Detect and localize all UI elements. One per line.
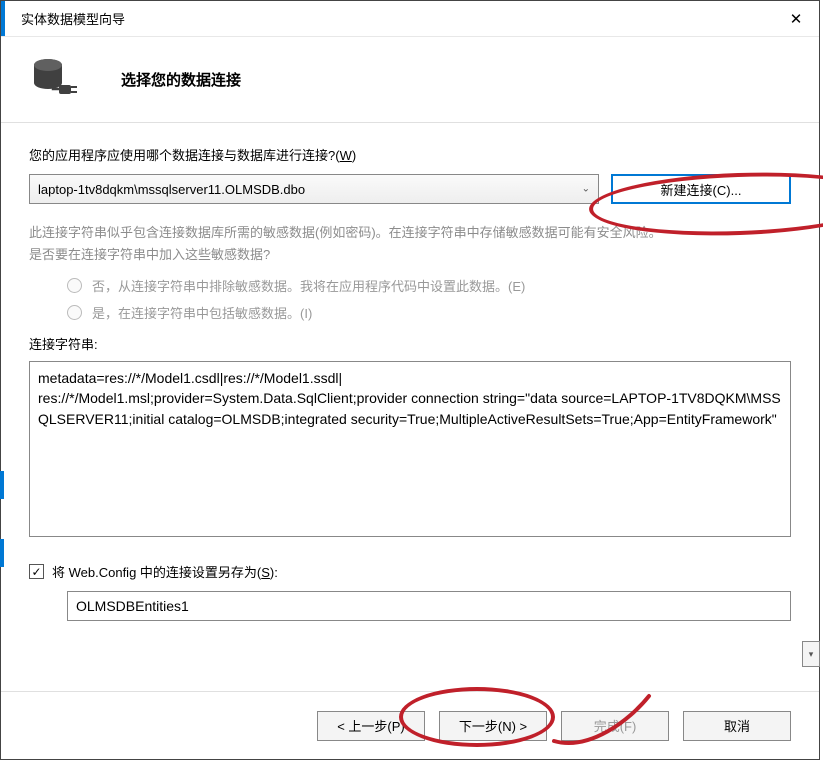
close-icon: ✕ xyxy=(790,10,803,28)
save-config-checkbox[interactable]: ✓ xyxy=(29,564,44,579)
connection-string-label: 连接字符串: xyxy=(29,334,791,353)
window-title: 实体数据模型向导 xyxy=(21,9,125,28)
new-connection-label: 新建连接(C)... xyxy=(661,180,742,199)
finish-button: 完成(F) xyxy=(561,711,669,741)
close-button[interactable]: ✕ xyxy=(773,1,819,37)
connection-dropdown[interactable]: laptop-1tv8dqkm\mssqlserver11.OLMSDB.dbo… xyxy=(29,174,599,204)
save-label-key: S xyxy=(261,565,270,580)
wizard-window: 实体数据模型向导 ✕ 选择您的数据连接 您的应用程序应使用哪个数据连接与数据库进… xyxy=(0,0,820,760)
connection-row: laptop-1tv8dqkm\mssqlserver11.OLMSDB.dbo… xyxy=(29,174,791,204)
content-area: 您的应用程序应使用哪个数据连接与数据库进行连接?(W) laptop-1tv8d… xyxy=(1,145,819,621)
warning-line-2: 是否要在连接字符串中加入这些敏感数据? xyxy=(29,244,791,266)
connection-settings-name-input[interactable] xyxy=(67,591,791,621)
new-connection-button[interactable]: 新建连接(C)... xyxy=(611,174,791,204)
finish-label: 完成(F) xyxy=(594,716,637,735)
sensitive-data-warning: 此连接字符串似乎包含连接数据库所需的敏感数据(例如密码)。在连接字符串中存储敏感… xyxy=(29,222,791,266)
wizard-footer: < 上一步(P) 下一步(N) > 完成(F) 取消 xyxy=(1,691,819,759)
save-label-prefix: 将 Web.Config 中的连接设置另存为( xyxy=(52,565,261,580)
radio-include-label: 是，在连接字符串中包括敏感数据。(I) xyxy=(92,303,312,322)
radio-exclude-label: 否，从连接字符串中排除敏感数据。我将在应用程序代码中设置此数据。(E) xyxy=(92,276,525,295)
connection-prompt-suffix: ) xyxy=(352,148,356,163)
cancel-button[interactable]: 取消 xyxy=(683,711,791,741)
chevron-down-icon: ⌄ xyxy=(582,184,590,195)
radio-option-include: 是，在连接字符串中包括敏感数据。(I) xyxy=(67,303,791,322)
connection-selected-value: laptop-1tv8dqkm\mssqlserver11.OLMSDB.dbo xyxy=(38,182,305,197)
next-label: 下一步(N) > xyxy=(459,716,527,735)
titlebar: 实体数据模型向导 ✕ xyxy=(1,1,819,37)
scroll-handle-icon: ▾ xyxy=(802,641,820,667)
warning-line-1: 此连接字符串似乎包含连接数据库所需的敏感数据(例如密码)。在连接字符串中存储敏感… xyxy=(29,222,791,244)
back-label: < 上一步(P) xyxy=(337,716,405,735)
save-config-row: ✓ 将 Web.Config 中的连接设置另存为(S): xyxy=(29,562,791,581)
checkmark-icon: ✓ xyxy=(31,566,41,578)
connection-prompt-key: W xyxy=(340,148,352,163)
connection-prompt-prefix: 您的应用程序应使用哪个数据连接与数据库进行连接?( xyxy=(29,148,340,163)
cancel-label: 取消 xyxy=(724,716,750,735)
wizard-header: 选择您的数据连接 xyxy=(1,37,819,122)
connection-prompt: 您的应用程序应使用哪个数据连接与数据库进行连接?(W) xyxy=(29,145,791,164)
database-plug-icon xyxy=(31,55,81,105)
radio-option-exclude: 否，从连接字符串中排除敏感数据。我将在应用程序代码中设置此数据。(E) xyxy=(67,276,791,295)
save-config-label: 将 Web.Config 中的连接设置另存为(S): xyxy=(52,562,278,581)
radio-icon xyxy=(67,305,82,320)
wizard-step-title: 选择您的数据连接 xyxy=(121,69,241,90)
save-label-suffix: ): xyxy=(270,565,278,580)
back-button[interactable]: < 上一步(P) xyxy=(317,711,425,741)
left-edge-accent xyxy=(0,471,4,607)
next-button[interactable]: 下一步(N) > xyxy=(439,711,547,741)
radio-icon xyxy=(67,278,82,293)
connection-string-textbox[interactable] xyxy=(29,361,791,537)
header-divider xyxy=(1,122,819,123)
